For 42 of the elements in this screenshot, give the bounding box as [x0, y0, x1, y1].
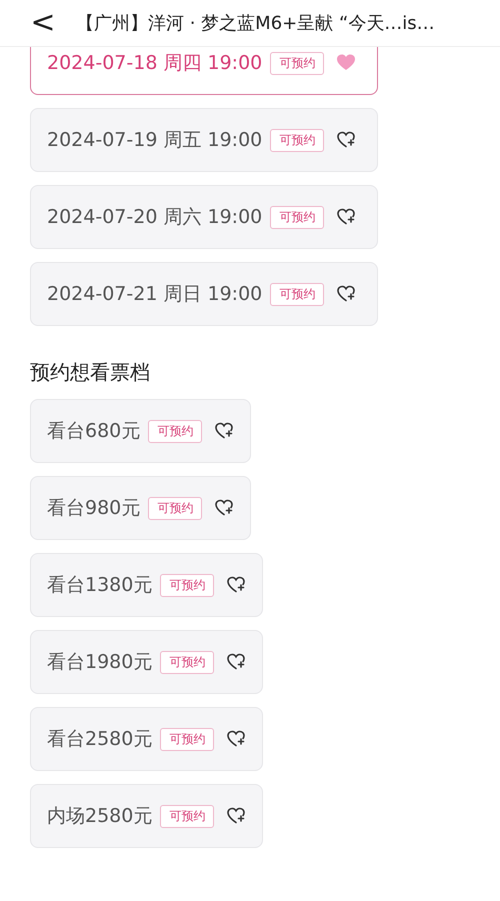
option-label: 2024-07-19 周五 19:00 — [47, 128, 262, 153]
status-tag: 可预约 — [270, 128, 324, 152]
heart-plus-icon[interactable] — [226, 729, 246, 749]
heart-plus-icon[interactable] — [336, 207, 356, 227]
status-tag: 可预约 — [148, 420, 202, 442]
ticket-tier-option[interactable]: 看台1380元 可预约 — [30, 553, 264, 617]
heart-plus-icon[interactable] — [214, 498, 234, 518]
page-title: 【广州】洋河 · 梦之蓝M6+呈献 “今天…is… — [76, 12, 435, 35]
heart-plus-icon[interactable] — [214, 421, 234, 441]
option-label: 看台980元 — [47, 496, 140, 521]
section-title: 预约想看票档 — [30, 359, 151, 386]
session-option[interactable]: 2024-07-20 周六 19:00 可预约 — [30, 185, 378, 249]
status-tag: 可预约 — [270, 206, 324, 228]
session-option[interactable]: 2024-07-18 周四 19:00 可预约 — [30, 47, 378, 95]
heart-plus-icon[interactable] — [226, 806, 246, 826]
status-tag: 可预约 — [160, 728, 214, 750]
ticket-tier-option[interactable]: 内场2580元 可预约 — [30, 784, 264, 848]
status-tag: 可预约 — [160, 650, 214, 674]
option-label: 2024-07-18 周四 19:00 — [47, 51, 262, 76]
option-label: 2024-07-21 周日 19:00 — [47, 282, 262, 307]
back-button[interactable]: < — [28, 8, 58, 38]
session-option[interactable]: 2024-07-19 周五 19:00 可预约 — [30, 108, 378, 172]
heart-plus-icon[interactable] — [226, 652, 246, 672]
ticket-tier-option[interactable]: 看台980元 可预约 — [30, 476, 252, 540]
heart-plus-icon[interactable] — [226, 575, 246, 595]
ticket-tier-option[interactable]: 看台1980元 可预约 — [30, 630, 264, 694]
status-tag: 可预约 — [160, 804, 214, 828]
ticket-tier-option[interactable]: 看台2580元 可预约 — [30, 707, 264, 771]
session-option[interactable]: 2024-07-21 周日 19:00 可预约 — [30, 262, 378, 326]
option-label: 看台680元 — [47, 419, 140, 444]
ticket-tier-option[interactable]: 看台680元 可预约 — [30, 399, 252, 463]
option-label: 看台2580元 — [47, 727, 152, 752]
heart-plus-icon[interactable] — [336, 130, 356, 150]
heart-plus-icon[interactable] — [336, 284, 356, 304]
status-tag: 可预约 — [270, 282, 324, 306]
status-tag: 可预约 — [160, 574, 214, 596]
option-label: 看台1380元 — [47, 573, 152, 598]
option-label: 2024-07-20 周六 19:00 — [47, 205, 262, 230]
status-tag: 可预约 — [270, 52, 324, 74]
status-tag: 可预约 — [148, 496, 202, 520]
option-label: 看台1980元 — [47, 650, 152, 675]
option-label: 内场2580元 — [47, 804, 152, 829]
